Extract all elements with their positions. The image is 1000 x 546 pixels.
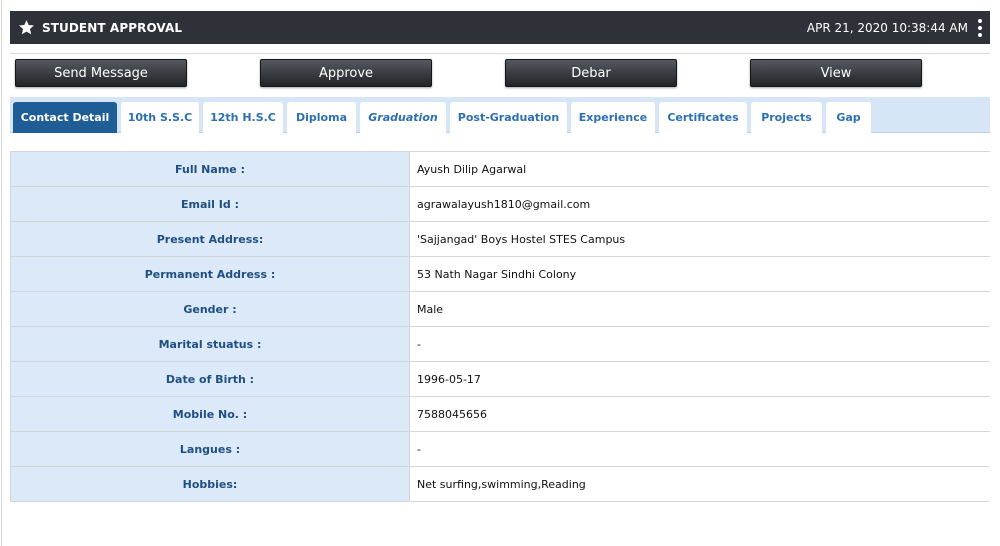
tab-diploma[interactable]: Diploma [287, 102, 356, 133]
tab-experience[interactable]: Experience [571, 102, 655, 133]
detail-label: Gender : [11, 292, 410, 326]
detail-label: Present Address: [11, 222, 410, 256]
detail-row-languages: Langues : - [11, 432, 990, 467]
detail-row-permanent-address: Permanent Address : 53 Nath Nagar Sindhi… [11, 257, 990, 292]
detail-row-present-address: Present Address: 'Sajjangad' Boys Hostel… [11, 222, 990, 257]
detail-value: Ayush Dilip Agarwal [410, 152, 990, 186]
detail-value: - [410, 327, 990, 361]
send-message-button[interactable]: Send Message [15, 59, 187, 87]
contact-details-table: Full Name : Ayush Dilip Agarwal Email Id… [10, 151, 990, 502]
detail-label: Marital stuatus : [11, 327, 410, 361]
detail-row-full-name: Full Name : Ayush Dilip Agarwal [11, 152, 990, 187]
current-datetime: APR 21, 2020 10:38:44 AM [806, 20, 968, 35]
tab-12th-hsc[interactable]: 12th H.S.C [203, 102, 283, 133]
detail-label: Permanent Address : [11, 257, 410, 291]
detail-label: Date of Birth : [11, 362, 410, 396]
detail-row-email: Email Id : agrawalayush1810@gmail.com [11, 187, 990, 222]
tab-certificates[interactable]: Certificates [659, 102, 747, 133]
page-header: STUDENT APPROVAL APR 21, 2020 10:38:44 A… [10, 11, 990, 44]
detail-row-date-of-birth: Date of Birth : 1996-05-17 [11, 362, 990, 397]
detail-label: Hobbies: [11, 467, 410, 501]
detail-value: - [410, 432, 990, 466]
tab-post-graduation[interactable]: Post-Graduation [450, 102, 567, 133]
detail-label: Mobile No. : [11, 397, 410, 431]
detail-value: 1996-05-17 [410, 362, 990, 396]
detail-value: agrawalayush1810@gmail.com [410, 187, 990, 221]
view-button[interactable]: View [750, 59, 922, 87]
detail-value: Male [410, 292, 990, 326]
tab-bar: Contact Detail 10th S.S.C 12th H.S.C Dip… [10, 97, 990, 133]
detail-value: 7588045656 [410, 397, 990, 431]
detail-label: Langues : [11, 432, 410, 466]
tab-graduation[interactable]: Graduation [360, 102, 446, 133]
detail-row-hobbies: Hobbies: Net surfing,swimming,Reading [11, 467, 990, 501]
kebab-menu-icon[interactable] [974, 18, 986, 38]
tab-projects[interactable]: Projects [751, 102, 822, 133]
star-icon [15, 17, 37, 39]
tab-contact-detail[interactable]: Contact Detail [13, 102, 117, 133]
tab-gap[interactable]: Gap [826, 102, 871, 133]
tab-10th-ssc[interactable]: 10th S.S.C [121, 102, 199, 133]
approve-button[interactable]: Approve [260, 59, 432, 87]
detail-value: 53 Nath Nagar Sindhi Colony [410, 257, 990, 291]
debar-button[interactable]: Debar [505, 59, 677, 87]
detail-value: 'Sajjangad' Boys Hostel STES Campus [410, 222, 990, 256]
detail-value: Net surfing,swimming,Reading [410, 467, 990, 501]
detail-row-mobile: Mobile No. : 7588045656 [11, 397, 990, 432]
detail-label: Email Id : [11, 187, 410, 221]
page-title: STUDENT APPROVAL [42, 20, 183, 35]
detail-row-marital-status: Marital stuatus : - [11, 327, 990, 362]
header-divider [10, 53, 990, 54]
detail-label: Full Name : [11, 152, 410, 186]
detail-row-gender: Gender : Male [11, 292, 990, 327]
